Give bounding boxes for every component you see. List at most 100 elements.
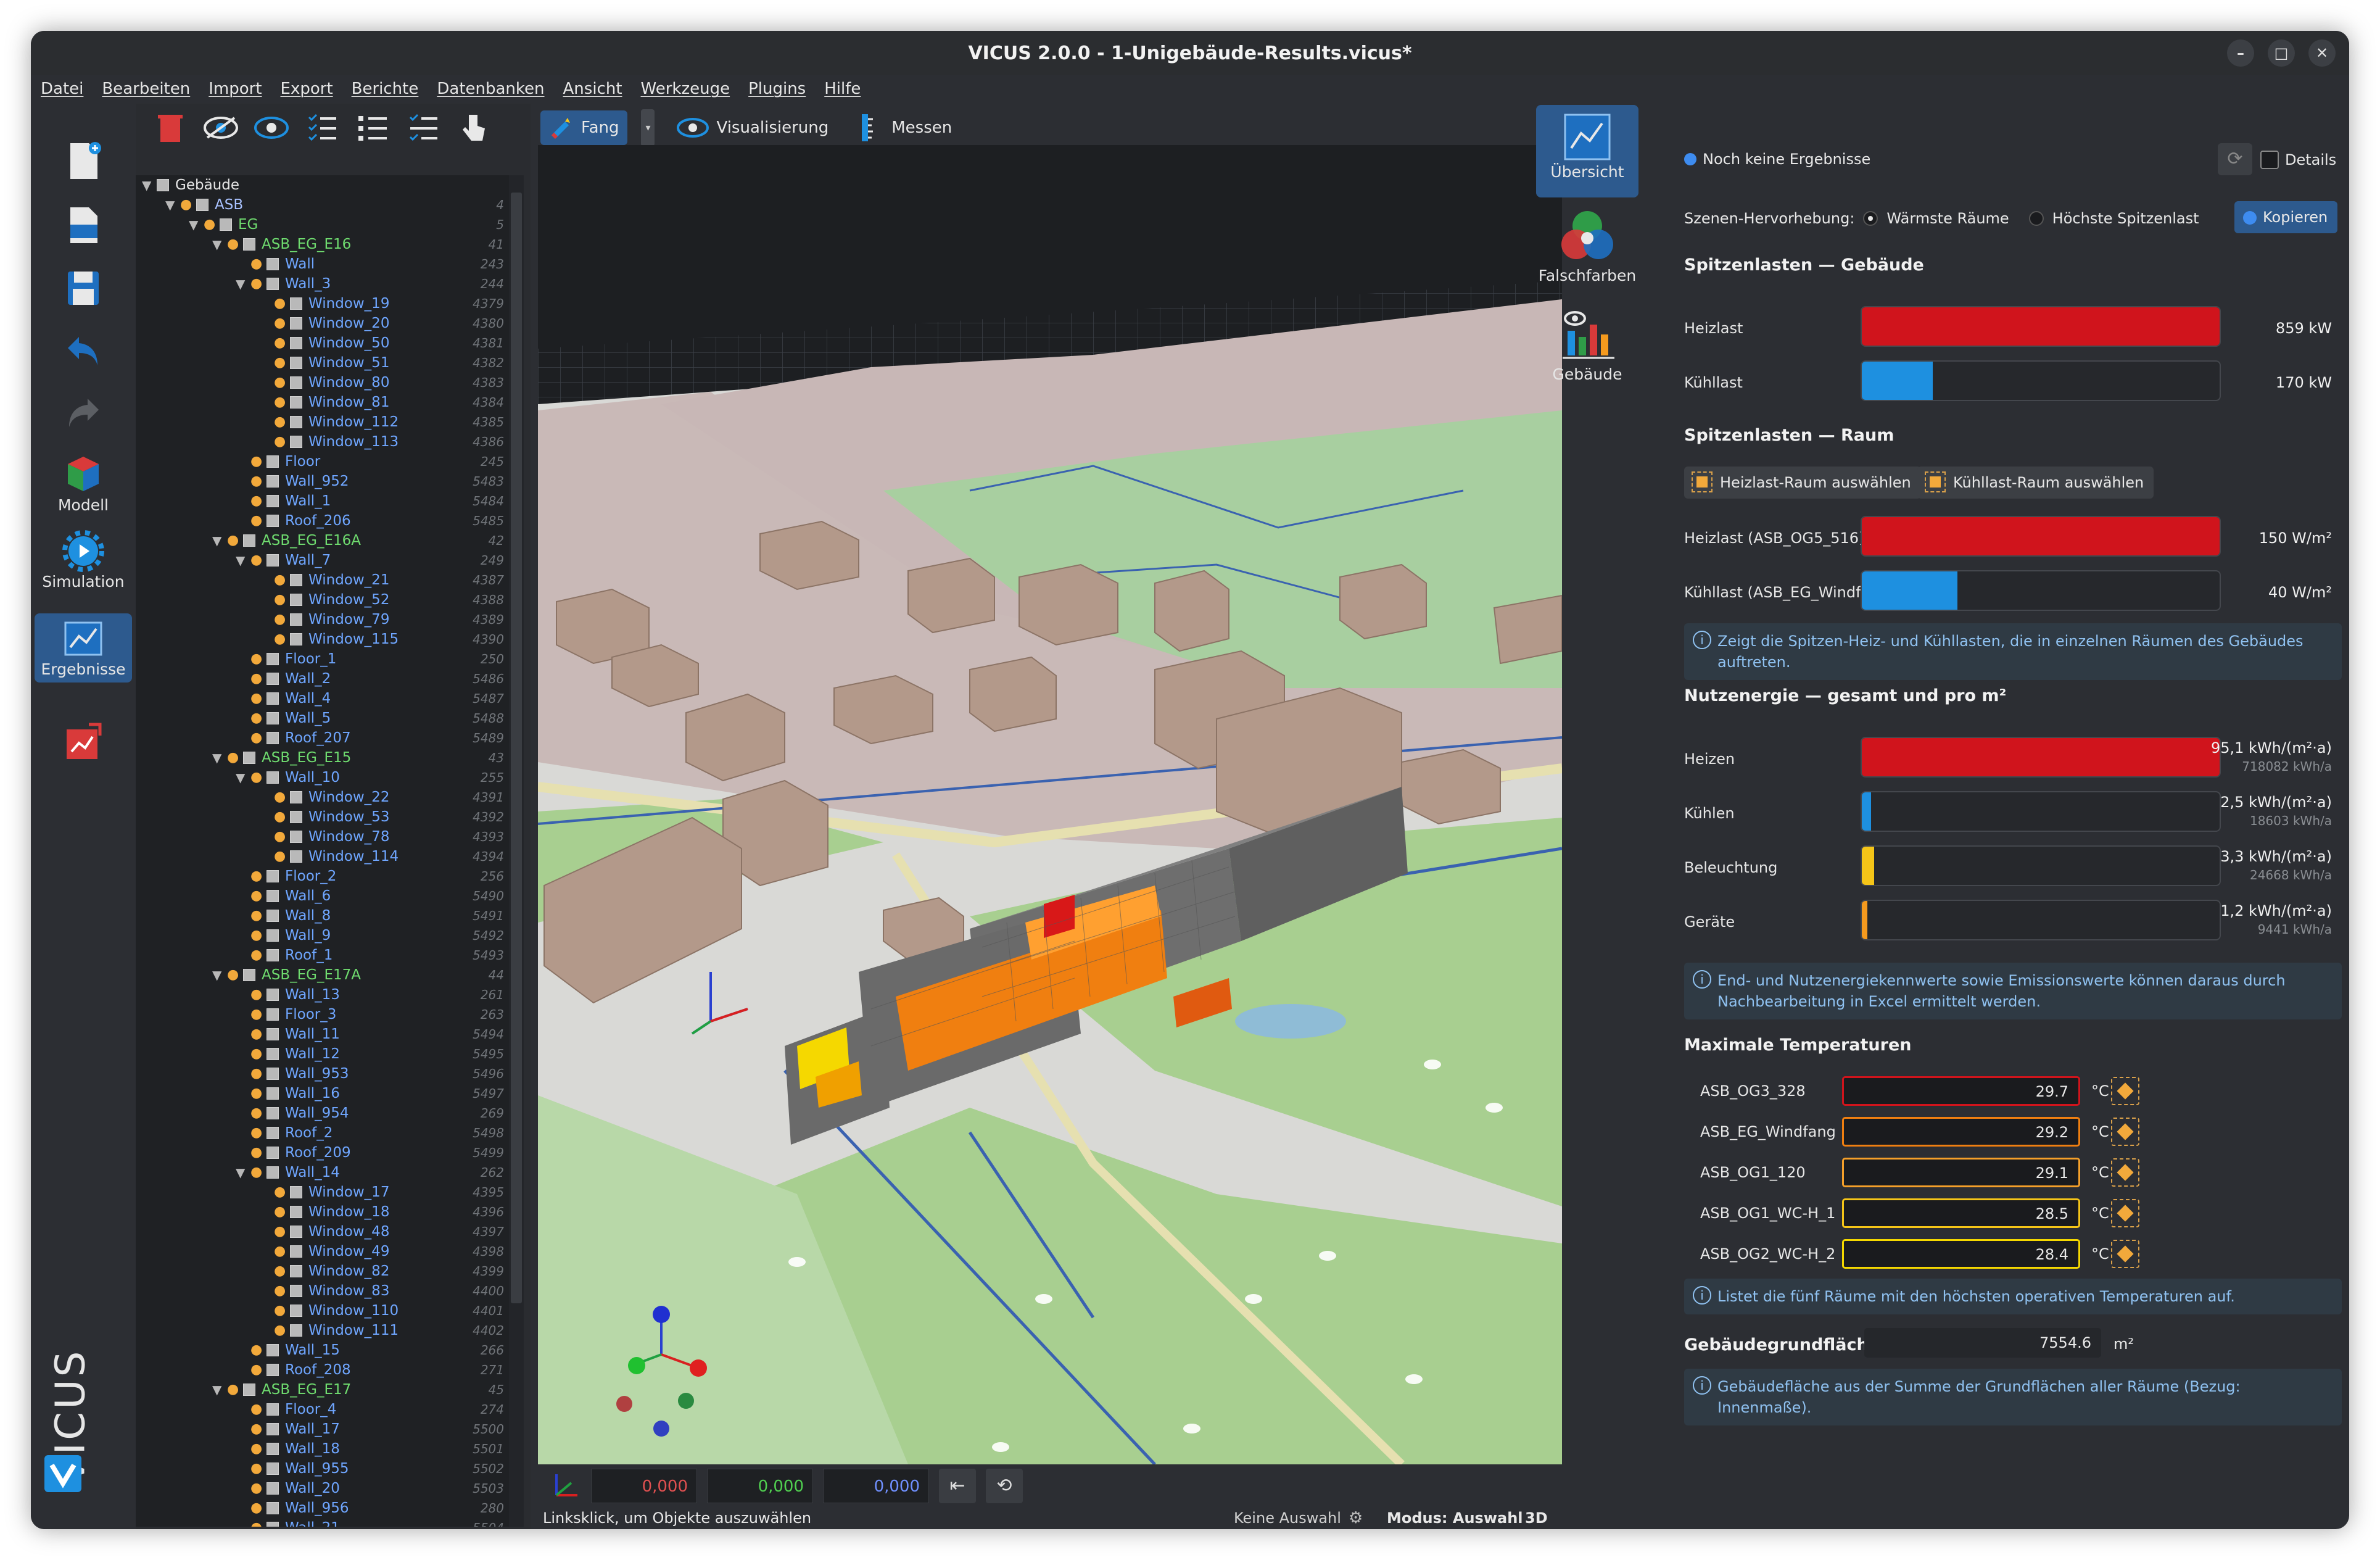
- temp-value-field[interactable]: 29.2: [1842, 1117, 2080, 1147]
- visibility-checkbox[interactable]: [267, 258, 279, 270]
- visibility-checkbox[interactable]: [267, 1028, 279, 1040]
- lightbulb-icon[interactable]: ●: [250, 988, 264, 1002]
- tree-row[interactable]: ● Roof_206 5485: [136, 511, 509, 531]
- select-room-cube-icon[interactable]: [2111, 1118, 2139, 1146]
- lightbulb-icon[interactable]: ●: [250, 889, 264, 903]
- visibility-checkbox[interactable]: [267, 673, 279, 685]
- lightbulb-icon[interactable]: ●: [250, 475, 264, 488]
- lightbulb-icon[interactable]: ●: [250, 494, 264, 508]
- tree-row[interactable]: ● Wall_17 5500: [136, 1419, 509, 1439]
- temp-value-field[interactable]: 28.5: [1842, 1198, 2080, 1228]
- visibility-checkbox[interactable]: [267, 653, 279, 665]
- visibility-checkbox[interactable]: [157, 179, 169, 191]
- lightbulb-icon[interactable]: ●: [250, 1106, 264, 1120]
- lightbulb-icon[interactable]: ●: [250, 652, 264, 666]
- lightbulb-icon[interactable]: ●: [250, 1403, 264, 1416]
- tree-row[interactable]: ● Roof_2 5498: [136, 1123, 509, 1143]
- visibility-checkbox[interactable]: [267, 949, 279, 961]
- visibility-checkbox[interactable]: [290, 1324, 302, 1337]
- tree-row[interactable]: ● Wall_9 5492: [136, 926, 509, 945]
- visibility-checkbox[interactable]: [290, 337, 302, 349]
- lightbulb-icon[interactable]: ●: [274, 810, 287, 824]
- expand-arrow-icon[interactable]: ▼: [212, 531, 226, 550]
- visibility-checkbox[interactable]: [267, 771, 279, 784]
- deselect-icon[interactable]: [406, 110, 440, 145]
- tree-row[interactable]: ● Floor_1 250: [136, 649, 509, 669]
- expand-arrow-icon[interactable]: ▼: [212, 965, 226, 985]
- tree-row[interactable]: ● Window_49 4398: [136, 1242, 509, 1261]
- lightbulb-icon[interactable]: ●: [274, 1264, 287, 1278]
- visibility-checkbox[interactable]: [267, 1166, 279, 1179]
- tree-row[interactable]: ▼ ● ASB_EG_E17A 44: [136, 965, 509, 985]
- lightbulb-icon[interactable]: ●: [250, 1067, 264, 1081]
- maximize-button[interactable]: □: [2268, 39, 2295, 67]
- menu-hilfe[interactable]: Hilfe: [824, 80, 861, 98]
- lightbulb-icon[interactable]: ●: [274, 356, 287, 370]
- visibility-checkbox[interactable]: [267, 929, 279, 942]
- lightbulb-icon[interactable]: ●: [250, 692, 264, 705]
- show-icon[interactable]: [254, 110, 289, 145]
- lightbulb-icon[interactable]: ●: [250, 1126, 264, 1140]
- lightbulb-icon[interactable]: ●: [250, 1442, 264, 1456]
- visibility-checkbox[interactable]: [290, 1226, 302, 1238]
- visibility-checkbox[interactable]: [290, 850, 302, 863]
- visibility-checkbox[interactable]: [267, 1443, 279, 1455]
- lightbulb-icon[interactable]: ●: [274, 317, 287, 330]
- tree-row[interactable]: ● Window_81 4384: [136, 392, 509, 412]
- tree-row[interactable]: ▼ Gebäude: [136, 175, 509, 195]
- kuehllast-raum-button[interactable]: Kühllast-Raum auswählen: [1917, 467, 2154, 499]
- visualisierung-button[interactable]: Visualisierung: [668, 112, 837, 143]
- tree-row[interactable]: ● Roof_1 5493: [136, 945, 509, 965]
- open-file-button[interactable]: [31, 204, 136, 247]
- lightbulb-icon[interactable]: ●: [274, 376, 287, 389]
- temp-value-field[interactable]: 29.7: [1842, 1076, 2080, 1106]
- list-icon[interactable]: [355, 110, 390, 145]
- select-all-icon[interactable]: [305, 110, 339, 145]
- lightbulb-icon[interactable]: ●: [274, 1245, 287, 1258]
- menu-datei[interactable]: Datei: [41, 80, 83, 98]
- visibility-checkbox[interactable]: [290, 594, 302, 606]
- simulation-button[interactable]: Simulation: [31, 529, 136, 591]
- tree-row[interactable]: ● Wall_13 261: [136, 985, 509, 1005]
- visibility-checkbox[interactable]: [267, 989, 279, 1001]
- redo-button[interactable]: [31, 391, 136, 434]
- tree-row[interactable]: ● Window_20 4380: [136, 313, 509, 333]
- export-results-button[interactable]: [31, 721, 136, 764]
- visibility-checkbox[interactable]: [220, 218, 232, 231]
- visibility-checkbox[interactable]: [243, 534, 255, 547]
- menu-import[interactable]: Import: [209, 80, 262, 98]
- coord-z-field[interactable]: 0,000: [823, 1469, 929, 1503]
- minimize-button[interactable]: –: [2227, 39, 2254, 67]
- visibility-checkbox[interactable]: [267, 1482, 279, 1495]
- lightbulb-icon[interactable]: ●: [274, 1225, 287, 1238]
- lightbulb-icon[interactable]: ●: [274, 790, 287, 804]
- tree-row[interactable]: ● Window_50 4381: [136, 333, 509, 353]
- tree-row[interactable]: ● Wall 243: [136, 254, 509, 274]
- lightbulb-icon[interactable]: ●: [274, 1304, 287, 1317]
- tree-row[interactable]: ● Window_115 4390: [136, 629, 509, 649]
- tree-row[interactable]: ▼ ● EG 5: [136, 215, 509, 234]
- lightbulb-icon[interactable]: ●: [250, 1482, 264, 1495]
- visibility-checkbox[interactable]: [290, 574, 302, 586]
- tree-row[interactable]: ● Window_22 4391: [136, 787, 509, 807]
- align-icon[interactable]: ⇤: [939, 1469, 976, 1503]
- fang-button[interactable]: Fang: [540, 110, 628, 145]
- expand-arrow-icon[interactable]: ▼: [189, 215, 202, 234]
- select-room-cube-icon[interactable]: [2111, 1240, 2139, 1268]
- tree-row[interactable]: ▼ ● Wall_10 255: [136, 768, 509, 787]
- lightbulb-icon[interactable]: ●: [274, 1185, 287, 1199]
- visibility-checkbox[interactable]: [290, 791, 302, 803]
- tree-row[interactable]: ▼ ● ASB_EG_E17 45: [136, 1380, 509, 1400]
- kopieren-button[interactable]: Kopieren: [2234, 201, 2338, 233]
- visibility-checkbox[interactable]: [290, 436, 302, 448]
- tree-row[interactable]: ▼ ● ASB_EG_E16A 42: [136, 531, 509, 550]
- tree-row[interactable]: ● Wall_21 5504: [136, 1518, 509, 1527]
- visibility-checkbox[interactable]: [290, 811, 302, 823]
- lightbulb-icon[interactable]: ●: [250, 257, 264, 271]
- lightbulb-icon[interactable]: ●: [250, 1008, 264, 1021]
- tree-row[interactable]: ● Window_113 4386: [136, 432, 509, 452]
- select-room-cube-icon[interactable]: [2111, 1199, 2139, 1227]
- tree-row[interactable]: ● Wall_15 266: [136, 1340, 509, 1360]
- expand-arrow-icon[interactable]: ▼: [236, 768, 249, 787]
- visibility-checkbox[interactable]: [267, 910, 279, 922]
